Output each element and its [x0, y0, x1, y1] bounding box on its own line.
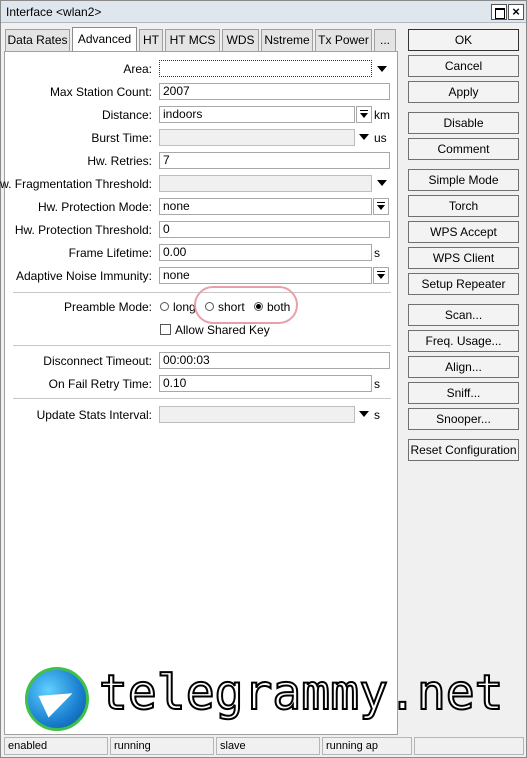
on-fail-retry-label: On Fail Retry Time:: [48, 377, 152, 391]
status-bar: enabled running slave running ap: [2, 735, 527, 757]
adaptive-noise-label: Adaptive Noise Immunity:: [15, 269, 152, 283]
distance-label: Distance:: [101, 108, 152, 122]
freq-usage-button[interactable]: Freq. Usage...: [408, 330, 519, 352]
reset-configuration-button[interactable]: Reset Configuration: [408, 439, 519, 461]
adaptive-noise-dropdown-icon[interactable]: [373, 267, 389, 284]
ok-button[interactable]: OK: [408, 29, 519, 51]
hw-protection-threshold-input[interactable]: 0: [159, 221, 390, 238]
wps-accept-button[interactable]: WPS Accept: [408, 221, 519, 243]
status-running: running: [110, 737, 214, 755]
cancel-button[interactable]: Cancel: [408, 55, 519, 77]
frame-lifetime-input[interactable]: 0.00: [159, 244, 372, 261]
window-title: Interface <wlan2>: [6, 5, 102, 19]
snooper-button[interactable]: Snooper...: [408, 408, 519, 430]
hw-frag-dropdown-icon[interactable]: [377, 180, 387, 186]
max-station-count-label: Max Station Count:: [49, 85, 152, 99]
distance-input[interactable]: indoors: [159, 106, 355, 123]
separator: [13, 345, 391, 346]
tab-ht[interactable]: HT: [139, 29, 163, 51]
highlight-annotation: [194, 286, 298, 324]
sniff-button[interactable]: Sniff...: [408, 382, 519, 404]
hw-retries-input[interactable]: 7: [159, 152, 390, 169]
tab-more[interactable]: ...: [374, 29, 396, 51]
update-stats-dropdown-icon[interactable]: [359, 411, 369, 417]
watermark-text: telegrammy.net: [98, 664, 505, 722]
advanced-panel: Area: Max Station Count: 2007 Distance: …: [0, 51, 398, 735]
disable-button[interactable]: Disable: [408, 112, 519, 134]
hw-protection-threshold-label: Hw. Protection Threshold:: [14, 223, 152, 237]
allow-shared-key-checkbox[interactable]: [160, 324, 171, 335]
apply-button[interactable]: Apply: [408, 81, 519, 103]
tab-tx-power[interactable]: Tx Power: [315, 29, 372, 51]
distance-unit: km: [374, 108, 390, 122]
simple-mode-button[interactable]: Simple Mode: [408, 169, 519, 191]
preamble-long-radio[interactable]: [160, 302, 169, 311]
area-label: Area:: [123, 62, 152, 76]
status-enabled: enabled: [4, 737, 108, 755]
allow-shared-key-label: Allow Shared Key: [175, 323, 270, 337]
distance-dropdown-icon[interactable]: [356, 106, 372, 123]
hw-frag-threshold-label: Hw. Fragmentation Threshold:: [0, 177, 152, 191]
max-station-count-input[interactable]: 2007: [159, 83, 390, 100]
tab-ht-mcs[interactable]: HT MCS: [165, 29, 220, 51]
hw-protection-mode-select[interactable]: none: [159, 198, 372, 215]
align-button[interactable]: Align...: [408, 356, 519, 378]
on-fail-retry-input[interactable]: 0.10: [159, 375, 372, 392]
burst-time-unit: us: [374, 131, 387, 145]
telegram-logo-icon: [25, 667, 89, 731]
update-stats-label: Update Stats Interval:: [36, 408, 152, 422]
burst-time-input[interactable]: [159, 129, 355, 146]
preamble-mode-label: Preamble Mode:: [63, 300, 152, 314]
frame-lifetime-label: Frame Lifetime:: [68, 246, 152, 260]
separator: [13, 398, 391, 399]
wps-client-button[interactable]: WPS Client: [408, 247, 519, 269]
scan-button[interactable]: Scan...: [408, 304, 519, 326]
burst-time-dropdown-icon[interactable]: [359, 134, 369, 140]
interface-window: Interface <wlan2> × Data Rates Advanced …: [0, 0, 527, 758]
disconnect-timeout-input[interactable]: 00:00:03: [159, 352, 390, 369]
close-icon[interactable]: ×: [508, 4, 524, 20]
hw-protection-mode-label: Hw. Protection Mode:: [37, 200, 152, 214]
torch-button[interactable]: Torch: [408, 195, 519, 217]
burst-time-label: Burst Time:: [91, 131, 152, 145]
on-fail-retry-unit: s: [374, 377, 380, 391]
status-empty: [414, 737, 524, 755]
hw-frag-threshold-input[interactable]: [159, 175, 372, 192]
area-select[interactable]: [159, 60, 372, 77]
status-slave: slave: [216, 737, 320, 755]
disconnect-timeout-label: Disconnect Timeout:: [43, 354, 152, 368]
title-bar: Interface <wlan2> ×: [1, 1, 526, 23]
status-running-ap: running ap: [322, 737, 412, 755]
comment-button[interactable]: Comment: [408, 138, 519, 160]
restore-icon[interactable]: [491, 4, 507, 20]
tab-nstreme[interactable]: Nstreme: [261, 29, 313, 51]
frame-lifetime-unit: s: [374, 246, 380, 260]
hw-retries-label: Hw. Retries:: [87, 154, 152, 168]
tab-wds[interactable]: WDS: [222, 29, 259, 51]
update-stats-unit: s: [374, 408, 380, 422]
paper-plane-icon: [38, 682, 78, 718]
preamble-long-label: long: [173, 300, 196, 314]
tab-data-rates[interactable]: Data Rates: [5, 29, 70, 51]
hw-protection-mode-dropdown-icon[interactable]: [373, 198, 389, 215]
area-dropdown-icon[interactable]: [377, 66, 387, 72]
setup-repeater-button[interactable]: Setup Repeater: [408, 273, 519, 295]
adaptive-noise-select[interactable]: none: [159, 267, 372, 284]
tab-advanced[interactable]: Advanced: [72, 27, 137, 52]
update-stats-input[interactable]: [159, 406, 355, 423]
